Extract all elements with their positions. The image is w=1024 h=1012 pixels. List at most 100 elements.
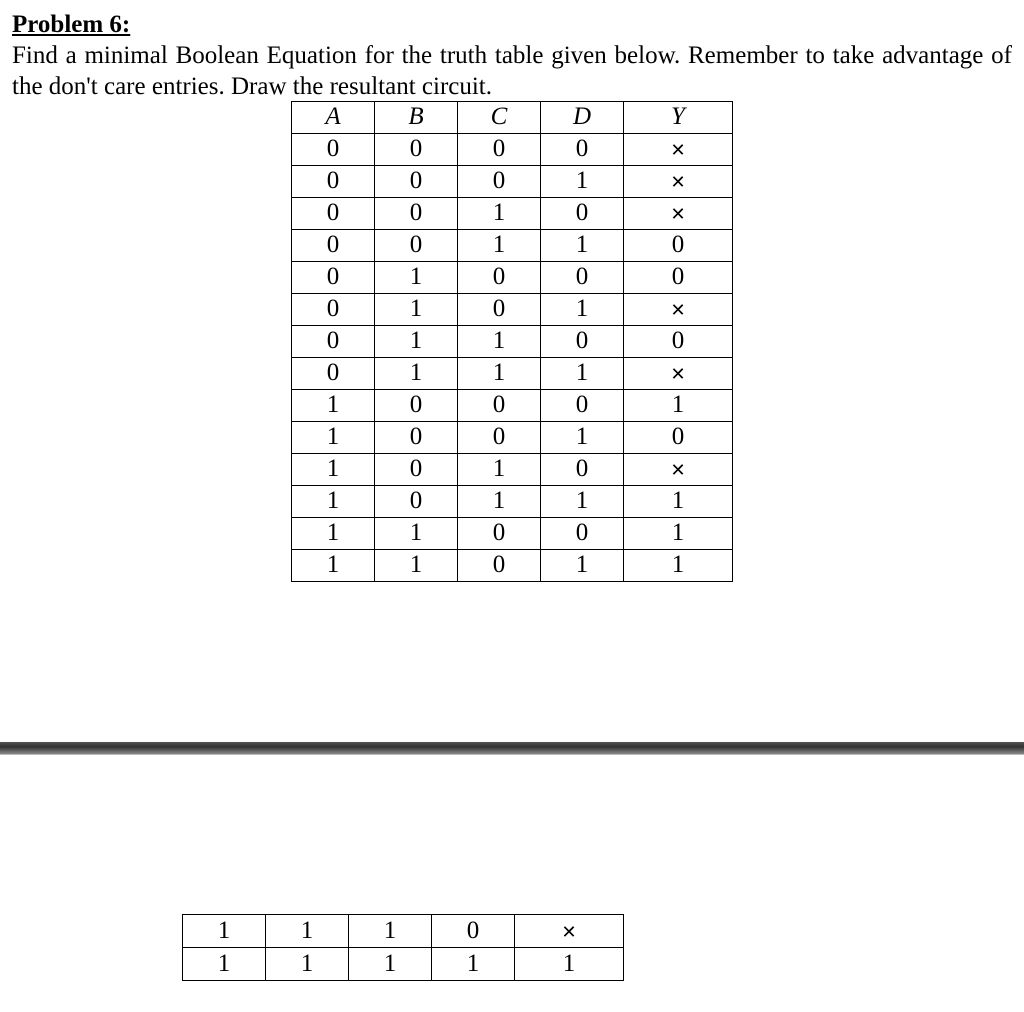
table-cell: 0	[624, 325, 733, 357]
table-cell: 1	[375, 549, 458, 581]
table-row: 0000✕	[292, 133, 733, 165]
table-cell: 0	[458, 389, 541, 421]
table-cell: ✕	[624, 197, 733, 229]
table-cell: ✕	[624, 133, 733, 165]
table-cell: 0	[541, 325, 624, 357]
table-cell: 0	[292, 133, 375, 165]
fragment-area: 1110✕11111	[0, 754, 1024, 981]
table-cell: ✕	[624, 293, 733, 325]
table-cell: ✕	[624, 357, 733, 389]
table-cell: ✕	[624, 165, 733, 197]
table-cell: 1	[515, 947, 624, 980]
page-divider	[0, 742, 1024, 754]
table-cell: 0	[292, 261, 375, 293]
dont-care-mark: ✕	[670, 172, 685, 192]
dont-care-mark: ✕	[561, 922, 576, 942]
table-row: 10010	[292, 421, 733, 453]
table-cell: 0	[458, 421, 541, 453]
table-cell: 1	[375, 325, 458, 357]
table-cell: 1	[375, 261, 458, 293]
table-cell: 1	[349, 947, 432, 980]
fragment-table: 1110✕11111	[182, 914, 624, 981]
table-cell: ✕	[624, 453, 733, 485]
table-cell: 0	[375, 389, 458, 421]
table-cell: 1	[541, 485, 624, 517]
table-row: 01100	[292, 325, 733, 357]
table-cell: 0	[458, 517, 541, 549]
table-cell: 0	[458, 293, 541, 325]
table-cell: 0	[541, 517, 624, 549]
problem-heading: Problem 6:	[12, 10, 1012, 40]
page-content: Problem 6: Find a minimal Boolean Equati…	[0, 0, 1024, 582]
table-cell: 1	[541, 357, 624, 389]
table-cell: 0	[375, 229, 458, 261]
table-cell: 0	[292, 325, 375, 357]
dont-care-mark: ✕	[670, 140, 685, 160]
table-cell: 0	[292, 197, 375, 229]
table-cell: 1	[624, 389, 733, 421]
table-row: 0001✕	[292, 165, 733, 197]
table-cell: 1	[292, 389, 375, 421]
table-row: 01000	[292, 261, 733, 293]
table-row: 10001	[292, 389, 733, 421]
table-cell: 1	[292, 453, 375, 485]
table-cell: 1	[458, 197, 541, 229]
table-cell: 1	[541, 421, 624, 453]
col-header: A	[292, 101, 375, 133]
table-cell: 1	[375, 357, 458, 389]
table-cell: 0	[624, 421, 733, 453]
dont-care-mark: ✕	[670, 300, 685, 320]
table-row: 0101✕	[292, 293, 733, 325]
table-cell: 1	[458, 485, 541, 517]
dont-care-mark: ✕	[670, 364, 685, 384]
table-cell: 0	[375, 485, 458, 517]
table-cell: 0	[624, 229, 733, 261]
table-row: 1110✕	[183, 914, 624, 947]
table-row: 10111	[292, 485, 733, 517]
table-cell: 1	[292, 517, 375, 549]
table-cell: 0	[541, 453, 624, 485]
table-cell: 0	[458, 165, 541, 197]
table-cell: 1	[292, 549, 375, 581]
table-cell: 0	[292, 293, 375, 325]
table-cell: 0	[541, 133, 624, 165]
table-cell: 0	[458, 549, 541, 581]
table-cell: 0	[375, 197, 458, 229]
table-cell: 1	[458, 453, 541, 485]
table-cell: 0	[292, 165, 375, 197]
table-cell: 0	[292, 357, 375, 389]
table-cell: 0	[541, 389, 624, 421]
table-cell: 1	[375, 517, 458, 549]
table-cell: 1	[349, 914, 432, 947]
table-cell: 0	[432, 914, 515, 947]
table-cell: 1	[624, 549, 733, 581]
table-row: 11011	[292, 549, 733, 581]
col-header: Y	[624, 101, 733, 133]
table-cell: 1	[292, 485, 375, 517]
table-cell: 1	[432, 947, 515, 980]
problem-prompt: Find a minimal Boolean Equation for the …	[12, 40, 1012, 103]
table-cell: 1	[458, 357, 541, 389]
dont-care-mark: ✕	[670, 460, 685, 480]
table-cell: 1	[541, 293, 624, 325]
table-cell: 1	[458, 325, 541, 357]
table-row: 11111	[183, 947, 624, 980]
table-header-row: A B C D Y	[292, 101, 733, 133]
table-cell: 0	[375, 133, 458, 165]
table-row: 11001	[292, 517, 733, 549]
table-cell: ✕	[515, 914, 624, 947]
truth-table-wrap: A B C D Y 0000✕0001✕0010✕00110010000101✕…	[12, 103, 1012, 582]
table-cell: 0	[292, 229, 375, 261]
col-header: D	[541, 101, 624, 133]
table-cell: 0	[375, 165, 458, 197]
table-row: 0010✕	[292, 197, 733, 229]
table-cell: 0	[375, 421, 458, 453]
table-cell: 0	[458, 261, 541, 293]
table-cell: 1	[541, 229, 624, 261]
table-cell: 1	[183, 914, 266, 947]
table-cell: 1	[541, 165, 624, 197]
table-cell: 1	[458, 229, 541, 261]
table-row: 00110	[292, 229, 733, 261]
table-cell: 1	[292, 421, 375, 453]
table-cell: 1	[541, 549, 624, 581]
